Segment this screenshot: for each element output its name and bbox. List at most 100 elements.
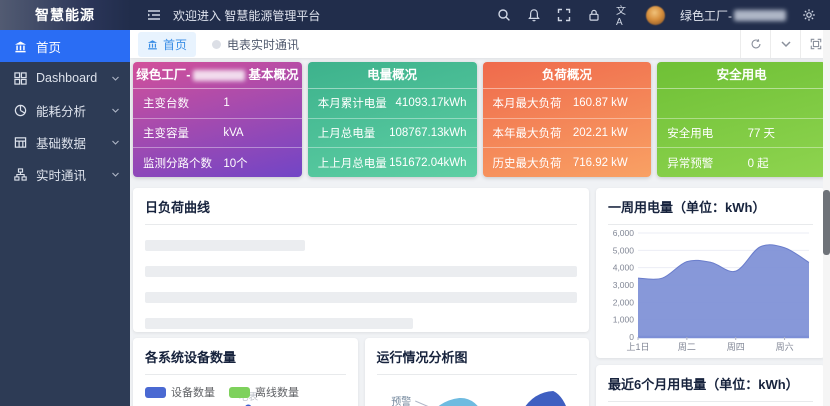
title-suffix: 基本概况 [248, 68, 299, 82]
sidebar-item-dashboard[interactable]: Dashboard [0, 62, 130, 94]
stat-label: 历史最大负荷 [492, 157, 562, 170]
stat-value: 716.92 kW [572, 156, 628, 169]
stat-row: 监测分路个数 10个 [133, 148, 302, 177]
sidebar-item-home[interactable]: 首页 [0, 30, 130, 62]
main-area: 首页 电表实时通讯 绿色工厂- 基本概况 主变台数 1 主变容量 kVA 监测分… [130, 30, 830, 406]
skeleton-bar [145, 318, 413, 329]
stat-value: kVA [223, 127, 244, 139]
sidebar-item-label: Dashboard [36, 71, 98, 85]
chart-legend: 设备数量 离线数量 [145, 384, 346, 400]
panel-title: 一周用电量（单位：kWh） [608, 197, 813, 225]
stat-card-load-overview: 负荷概况 本月最大负荷 160.87 kW 本年最大负荷 202.21 kW 历史最… [482, 62, 652, 177]
stat-card-title: 绿色工厂- 基本概况 [133, 62, 302, 89]
stat-value: 0 起 [747, 157, 769, 170]
stat-row: 本月最大负荷 160.87 kW [482, 89, 652, 119]
stat-row: 历史最大负荷 716.92 kW [483, 148, 652, 177]
stat-row: 本年最大负荷 202.21 kW [482, 119, 652, 149]
translate-icon[interactable]: 文A [616, 6, 631, 28]
svg-text:6,000: 6,000 [613, 228, 635, 238]
chevron-down-icon [112, 76, 119, 81]
chevron-down-icon [112, 140, 119, 145]
tab-label: 电表实时通讯 [227, 37, 300, 52]
stat-label: 上月总电量 [317, 128, 376, 140]
tab-meter-realtime[interactable]: 电表实时通讯 [212, 36, 299, 53]
settings-gear-icon[interactable] [801, 8, 816, 23]
panel-title: 运行情况分析图 [376, 347, 577, 375]
stat-row: 主变台数 1 [133, 89, 302, 119]
user-name-redacted [734, 9, 786, 21]
stat-label: 异常预警 [667, 157, 714, 170]
bell-icon[interactable] [526, 8, 541, 23]
title-prefix: 绿色工厂- [136, 68, 191, 82]
stat-label: 主变容量 [143, 128, 189, 140]
stat-value: 160.87 kW [572, 97, 628, 110]
sidebar: 首页 Dashboard 能耗分析 基础数据 实时通讯 [0, 30, 130, 406]
stat-value: 108767.13kWh [389, 127, 467, 139]
svg-text:1,000: 1,000 [613, 315, 635, 325]
panel-six-month-usage: 最近6个月用电量（单位：kWh） [596, 365, 825, 406]
tabbar: 首页 电表实时通讯 [130, 30, 830, 58]
legend-offline-count[interactable]: 离线数量 [229, 384, 299, 400]
stat-label: 本月最大负荷 [492, 98, 562, 111]
app-logo: 智慧能源 [0, 0, 130, 30]
lock-icon[interactable] [586, 8, 601, 23]
user-name[interactable]: 绿色工厂- [680, 7, 786, 24]
tab-home[interactable]: 首页 [138, 31, 197, 57]
stat-label: 本月累计电量 [317, 98, 387, 111]
stat-card-title: 安全用电 [657, 62, 826, 89]
dashboard-content: 绿色工厂- 基本概况 主变台数 1 主变容量 kVA 监测分路个数 10个 电量概况 本… [130, 58, 830, 406]
skeleton-bar [145, 266, 577, 277]
stat-value: 10个 [223, 157, 248, 170]
scrollbar-thumb[interactable] [823, 190, 830, 255]
svg-text:5,000: 5,000 [613, 245, 635, 255]
stat-row: 安全用电 77 天 [657, 117, 826, 149]
stat-card-title: 负荷概况 [482, 62, 652, 89]
chevron-down-icon [112, 172, 119, 177]
search-icon[interactable] [496, 8, 511, 23]
avatar[interactable] [646, 5, 665, 25]
stat-row: 本月累计电量 41093.17kWh [307, 89, 477, 119]
stat-label: 监测分路个数 [143, 157, 212, 170]
stat-value: 151672.04kWh [389, 156, 467, 169]
pie-chart: 预警 [377, 387, 578, 406]
sidebar-item-label: 实时通讯 [36, 168, 87, 183]
svg-text:预警: 预警 [391, 395, 411, 406]
stat-card-row: 绿色工厂- 基本概况 主变台数 1 主变容量 kVA 监测分路个数 10个 电量概况 本… [133, 62, 826, 177]
sidebar-item-realtime-comm[interactable]: 实时通讯 [0, 158, 130, 190]
fullscreen-icon[interactable] [556, 8, 571, 23]
tab-label: 首页 [163, 37, 188, 52]
sidebar-item-energy-analysis[interactable]: 能耗分析 [0, 94, 130, 126]
sidebar-item-label: 能耗分析 [36, 104, 87, 119]
legend-device-count[interactable]: 设备数量 [145, 384, 215, 400]
panel-title: 各系统设备数量 [145, 347, 346, 375]
sidebar-item-label: 基础数据 [36, 136, 87, 151]
sidebar-item-label: 首页 [36, 40, 62, 55]
tab-dot [212, 39, 222, 49]
table-icon [14, 136, 27, 148]
skeleton-bar [145, 240, 305, 251]
gauge-icon [14, 104, 27, 116]
stat-label: 主变台数 [143, 98, 189, 111]
stat-value: 77 天 [747, 128, 776, 140]
grid-icon [14, 71, 27, 85]
legend-swatch [229, 386, 250, 398]
svg-text:2,000: 2,000 [613, 297, 635, 307]
sidebar-collapse-icon[interactable] [146, 8, 161, 23]
welcome-text: 欢迎进入 智慧能源管理平台 [173, 8, 321, 23]
bank-icon [14, 40, 27, 52]
sidebar-item-base-data[interactable]: 基础数据 [0, 126, 130, 158]
stat-value: 41093.17kWh [395, 97, 467, 110]
skeleton-bars [145, 240, 577, 329]
tab-menu-chevron-icon[interactable] [770, 30, 800, 58]
page-scrollbar [823, 30, 830, 406]
stat-value: 1 [223, 97, 230, 110]
stat-row: 上月总电量 108767.13kWh [307, 119, 477, 149]
stat-row: 主变容量 kVA [133, 119, 302, 149]
panel-operation-analysis: 运行情况分析图 预警 [364, 338, 589, 406]
svg-text:3,000: 3,000 [613, 280, 635, 290]
stat-card-electricity-overview: 电量概况 本月累计电量 41093.17kWh 上月总电量 108767.13kWh… [307, 62, 477, 177]
topbar: 智慧能源 欢迎进入 智慧能源管理平台 文A 绿色工厂- [0, 0, 830, 30]
title-redacted [193, 69, 246, 81]
refresh-icon[interactable] [740, 30, 770, 58]
weekly-area-chart: 0 1,000 2,000 3,000 4,000 5,000 6,000 上1日 周二 周四 周六 [608, 227, 813, 355]
